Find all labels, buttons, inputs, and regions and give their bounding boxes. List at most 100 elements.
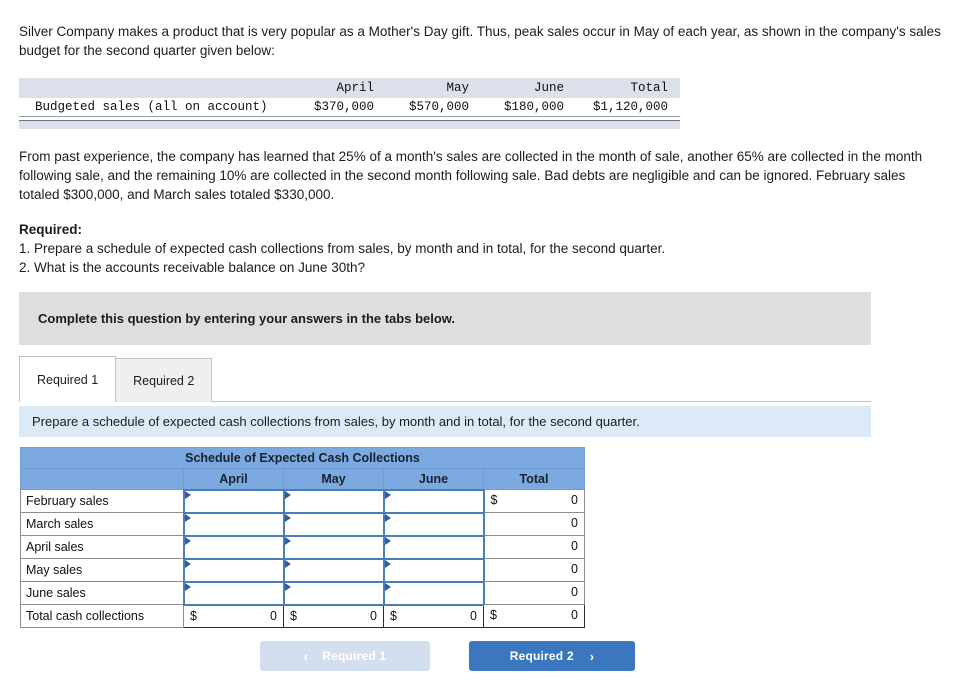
total-cash-collections-row: Total cash collections $ 0 $ 0 $ 0 $ 0 <box>20 604 585 628</box>
value-april-total: 0 <box>483 535 585 559</box>
previous-required-1-button[interactable]: ‹ Required 1 <box>260 641 430 671</box>
input-june-april[interactable] <box>182 580 285 606</box>
value-february-total: $ 0 <box>483 489 585 513</box>
cell-marker-icon <box>384 536 391 545</box>
amount: 0 <box>571 516 578 530</box>
budget-header-blank <box>19 78 291 98</box>
budget-april-value: $370,000 <box>291 98 386 117</box>
previous-button-label: Required 1 <box>322 649 387 663</box>
schedule-title: Schedule of Expected Cash Collections <box>20 447 585 469</box>
intro-paragraph: Silver Company makes a product that is v… <box>19 24 941 58</box>
sales-budget-table: April May June Total Budgeted sales (all… <box>19 78 680 129</box>
required-block: Required: 1. Prepare a schedule of expec… <box>19 220 819 277</box>
input-february-may[interactable] <box>282 488 385 514</box>
row-label-march-sales: March sales <box>20 512 184 536</box>
next-button-label: Required 2 <box>509 649 574 663</box>
table-row: May sales 0 <box>20 557 585 583</box>
input-february-june[interactable] <box>382 488 485 514</box>
complete-question-banner-text: Complete this question by entering your … <box>38 311 456 326</box>
budget-row-label: Budgeted sales (all on account) <box>19 98 291 117</box>
value-total-june: $ 0 <box>383 604 484 628</box>
value-total-april: $ 0 <box>183 604 284 628</box>
amount: 0 <box>571 562 578 576</box>
cell-marker-icon <box>384 490 391 499</box>
amount: 0 <box>571 493 578 507</box>
schedule-column-header-row: April May June Total <box>20 468 585 490</box>
budget-table-footer-bar <box>19 120 680 129</box>
footer-navigation: ‹ Required 1 Required 2 › <box>260 641 635 671</box>
budget-total-value: $1,120,000 <box>576 98 680 117</box>
required-item-2: 2. What is the accounts receivable balan… <box>19 260 365 275</box>
budget-header-total: Total <box>576 78 680 98</box>
schedule-table-container: Schedule of Expected Cash Collections Ap… <box>20 447 585 628</box>
dollar-sign: $ <box>390 608 397 623</box>
cell-marker-icon <box>384 559 391 568</box>
amount: 0 <box>571 539 578 553</box>
table-row: March sales 0 <box>20 511 585 537</box>
table-row: April sales 0 <box>20 534 585 560</box>
input-june-may[interactable] <box>282 580 385 606</box>
budget-may-value: $570,000 <box>386 98 481 117</box>
input-april-may[interactable] <box>282 534 385 560</box>
input-june-june[interactable] <box>382 580 485 606</box>
value-total-may: $ 0 <box>283 604 384 628</box>
budget-june-value: $180,000 <box>481 98 576 117</box>
input-march-may[interactable] <box>282 511 385 537</box>
schedule-header-june: June <box>383 468 484 490</box>
input-april-june[interactable] <box>382 534 485 560</box>
schedule-header-blank <box>20 468 184 490</box>
row-label-april-sales: April sales <box>20 535 184 559</box>
schedule-header-may: May <box>283 468 384 490</box>
amount: 0 <box>571 585 578 599</box>
instruction-bar: Prepare a schedule of expected cash coll… <box>19 406 871 437</box>
tab-required-2[interactable]: Required 2 <box>115 358 213 402</box>
row-label-february-sales: February sales <box>20 489 184 513</box>
next-required-2-button[interactable]: Required 2 › <box>469 641 635 671</box>
question-page: Silver Company makes a product that is v… <box>0 0 977 700</box>
input-march-june[interactable] <box>382 511 485 537</box>
cell-marker-icon <box>284 559 291 568</box>
input-february-april[interactable] <box>182 488 285 514</box>
schedule-header-total: Total <box>483 468 585 490</box>
input-march-april[interactable] <box>182 511 285 537</box>
amount: 0 <box>571 608 578 622</box>
input-may-june[interactable] <box>382 557 485 583</box>
input-april-april[interactable] <box>182 534 285 560</box>
input-may-april[interactable] <box>182 557 285 583</box>
input-may-may[interactable] <box>282 557 385 583</box>
cell-marker-icon <box>384 582 391 591</box>
budget-header-june: June <box>481 78 576 98</box>
value-june-total: 0 <box>483 581 585 605</box>
amount: 0 <box>270 608 277 623</box>
cell-marker-icon <box>284 582 291 591</box>
row-label-may-sales: May sales <box>20 558 184 582</box>
cell-marker-icon <box>184 513 191 522</box>
value-may-total: 0 <box>483 558 585 582</box>
row-label-june-sales: June sales <box>20 581 184 605</box>
cell-marker-icon <box>284 536 291 545</box>
amount: 0 <box>470 608 477 623</box>
cell-marker-icon <box>284 490 291 499</box>
answer-tabs: Required 1 Required 2 <box>19 356 871 403</box>
table-row: February sales $ 0 <box>20 488 585 514</box>
schedule-title-row: Schedule of Expected Cash Collections <box>20 447 585 469</box>
dollar-sign: $ <box>490 608 497 622</box>
instruction-bar-text: Prepare a schedule of expected cash coll… <box>32 414 640 429</box>
required-title: Required: <box>19 222 83 237</box>
assumptions-paragraph: From past experience, the company has le… <box>19 149 923 202</box>
tab-required-1[interactable]: Required 1 <box>19 356 117 403</box>
budget-data-row: Budgeted sales (all on account) $370,000… <box>19 98 680 117</box>
row-label-total-cash-collections: Total cash collections <box>20 604 184 628</box>
chevron-left-icon: ‹ <box>303 648 309 664</box>
table-row: June sales 0 <box>20 580 585 606</box>
amount: 0 <box>370 608 377 623</box>
dollar-sign: $ <box>190 608 197 623</box>
cell-marker-icon <box>284 513 291 522</box>
cell-marker-icon <box>184 490 191 499</box>
cell-marker-icon <box>184 536 191 545</box>
dollar-sign: $ <box>290 608 297 623</box>
cell-marker-icon <box>184 582 191 591</box>
budget-header-april: April <box>291 78 386 98</box>
value-march-total: 0 <box>483 512 585 536</box>
chevron-right-icon: › <box>589 648 595 664</box>
